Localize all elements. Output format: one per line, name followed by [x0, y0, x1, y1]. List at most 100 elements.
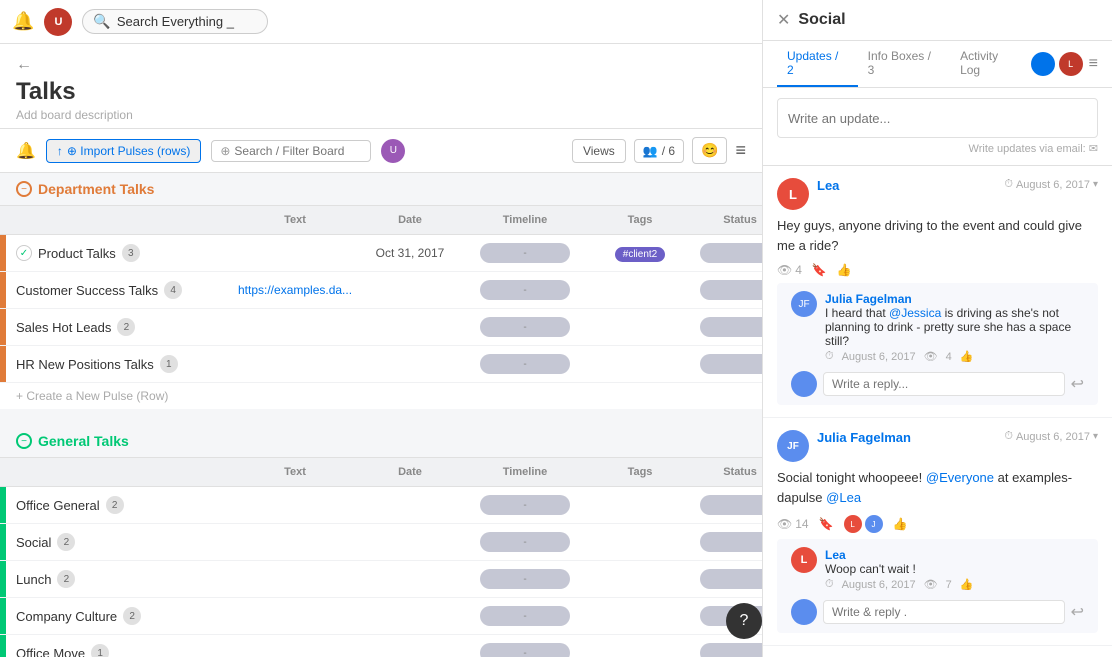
lea-reply-author[interactable]: Lea	[825, 548, 846, 562]
write-reply-input[interactable]	[823, 600, 1065, 624]
social-panel: ✕ Social Updates / 2 Info Boxes / 3 Acti…	[762, 0, 1112, 657]
row-tags-cell[interactable]	[590, 358, 690, 370]
row-date-cell[interactable]	[360, 284, 460, 296]
row-tags-cell[interactable]	[590, 610, 690, 622]
row-date-cell[interactable]	[360, 499, 460, 511]
row-timeline-cell[interactable]: -	[460, 489, 590, 521]
import-button[interactable]: ↑ ⊕ Import Pulses (rows)	[46, 139, 201, 163]
row-name-text[interactable]: Lunch	[16, 572, 51, 587]
views-action-julia[interactable]: 👁 14	[777, 517, 809, 531]
row-tags-cell[interactable]	[590, 499, 690, 511]
row-timeline-cell[interactable]: -	[460, 311, 590, 343]
julia-mini-avatar: J	[865, 515, 883, 533]
row-text-cell[interactable]: https://examples.da...	[230, 277, 360, 303]
clock-icon-lea-reply: ⏱	[825, 578, 834, 591]
table-row: Office Move1-	[0, 635, 762, 657]
group-title-dept[interactable]: Department Talks	[38, 181, 154, 197]
reply-author[interactable]: Julia Fagelman	[825, 292, 912, 306]
row-name-cell: Lunch2	[6, 564, 230, 594]
reply-section-lea: JF Julia Fagelman I heard that @Jessica …	[777, 283, 1098, 405]
thumbsup-action-julia[interactable]: 👍	[893, 517, 908, 531]
row-name-text[interactable]: Company Culture	[16, 609, 117, 624]
row-status-cell[interactable]	[690, 237, 762, 269]
timeline-pill: -	[480, 606, 570, 626]
row-tags-cell[interactable]	[590, 536, 690, 548]
views-action[interactable]: 👁 4	[777, 263, 802, 277]
row-tags-cell[interactable]	[590, 573, 690, 585]
back-arrow-icon[interactable]: ←	[16, 56, 32, 74]
row-date-cell[interactable]	[360, 573, 460, 585]
timeline-pill: -	[480, 280, 570, 300]
row-status-cell[interactable]	[690, 526, 762, 558]
views-button[interactable]: Views	[572, 139, 626, 163]
row-check-icon[interactable]: ✓	[16, 245, 32, 261]
row-date-cell[interactable]	[360, 647, 460, 657]
row-status-cell[interactable]	[690, 311, 762, 343]
row-status-cell[interactable]	[690, 489, 762, 521]
update-input[interactable]	[777, 98, 1098, 138]
row-timeline-cell[interactable]: -	[460, 563, 590, 595]
row-name-text[interactable]: Office General	[16, 498, 100, 513]
row-tags-cell[interactable]	[590, 321, 690, 333]
row-status-cell[interactable]	[690, 348, 762, 380]
close-panel-button[interactable]: ✕	[777, 10, 790, 30]
row-timeline-cell[interactable]: -	[460, 600, 590, 632]
bookmark-action[interactable]: 🔖	[812, 263, 827, 277]
row-date-cell[interactable]	[360, 610, 460, 622]
group-collapse-dept[interactable]: −	[16, 181, 32, 197]
emoji-button[interactable]: 😊	[692, 137, 727, 164]
panel-menu-button[interactable]: ≡	[1089, 55, 1098, 73]
row-tags-cell[interactable]	[590, 647, 690, 657]
row-date-cell[interactable]	[360, 358, 460, 370]
lea-mini-avatar: L	[844, 515, 862, 533]
row-tags-cell[interactable]: #client2	[590, 239, 690, 268]
row-name-text[interactable]: Office Move	[16, 646, 85, 657]
search-input[interactable]	[117, 14, 257, 29]
row-date-cell[interactable]	[360, 536, 460, 548]
chevron-down-icon-julia[interactable]: ▾	[1093, 431, 1098, 442]
timeline-pill: -	[480, 354, 570, 374]
tab-updates[interactable]: Updates / 2	[777, 41, 858, 87]
table-row: HR New Positions Talks1-	[0, 346, 762, 383]
feed-author-lea[interactable]: Lea	[817, 178, 839, 193]
row-name-text[interactable]: Sales Hot Leads	[16, 320, 111, 335]
group-title-general[interactable]: General Talks	[38, 433, 129, 449]
row-name-text[interactable]: HR New Positions Talks	[16, 357, 154, 372]
row-tags-cell[interactable]	[590, 284, 690, 296]
notification-bell-icon[interactable]: 🔔	[12, 11, 34, 32]
create-row-dept[interactable]: + Create a New Pulse (Row)	[0, 383, 762, 409]
row-status-cell[interactable]	[690, 637, 762, 657]
row-status-cell[interactable]	[690, 274, 762, 306]
help-fab-button[interactable]: ?	[726, 603, 762, 639]
user-avatar[interactable]: U	[44, 8, 72, 36]
group-collapse-general[interactable]: −	[16, 433, 32, 449]
feed-author-julia[interactable]: Julia Fagelman	[817, 430, 911, 445]
row-name-text[interactable]: Social	[16, 535, 51, 550]
row-timeline-cell[interactable]: -	[460, 237, 590, 269]
reply-input[interactable]	[823, 372, 1065, 396]
board-notification-icon[interactable]: 🔔	[16, 141, 36, 161]
chevron-down-icon[interactable]: ▾	[1093, 179, 1098, 190]
row-timeline-cell[interactable]: -	[460, 274, 590, 306]
row-timeline-cell[interactable]: -	[460, 637, 590, 657]
filter-input[interactable]	[234, 144, 354, 158]
board-description[interactable]: Add board description	[16, 108, 746, 122]
write-reply-send-button[interactable]: ↩	[1071, 602, 1084, 622]
row-name-text[interactable]: Customer Success Talks	[16, 283, 158, 298]
row-name-text[interactable]: Product Talks	[38, 246, 116, 261]
bookmark-action-julia[interactable]: 🔖	[819, 517, 834, 531]
thumbsup-action[interactable]: 👍	[837, 263, 852, 277]
reply-send-button[interactable]: ↩	[1071, 374, 1084, 394]
group-dept: −Department TalksTextDateTimelineTagsSta…	[0, 173, 762, 409]
member-count[interactable]: 👥 / 6	[634, 139, 684, 163]
row-status-cell[interactable]	[690, 563, 762, 595]
tab-infoboxes[interactable]: Info Boxes / 3	[858, 41, 950, 87]
tab-activitylog[interactable]: Activity Log	[950, 41, 1031, 87]
row-date-cell[interactable]	[360, 321, 460, 333]
mention-lea: @Lea	[826, 490, 861, 505]
row-timeline-cell[interactable]: -	[460, 348, 590, 380]
board-menu-button[interactable]: ≡	[735, 140, 746, 161]
filter-avatar[interactable]: U	[381, 139, 405, 163]
row-date-cell[interactable]: Oct 31, 2017	[360, 240, 460, 266]
row-timeline-cell[interactable]: -	[460, 526, 590, 558]
